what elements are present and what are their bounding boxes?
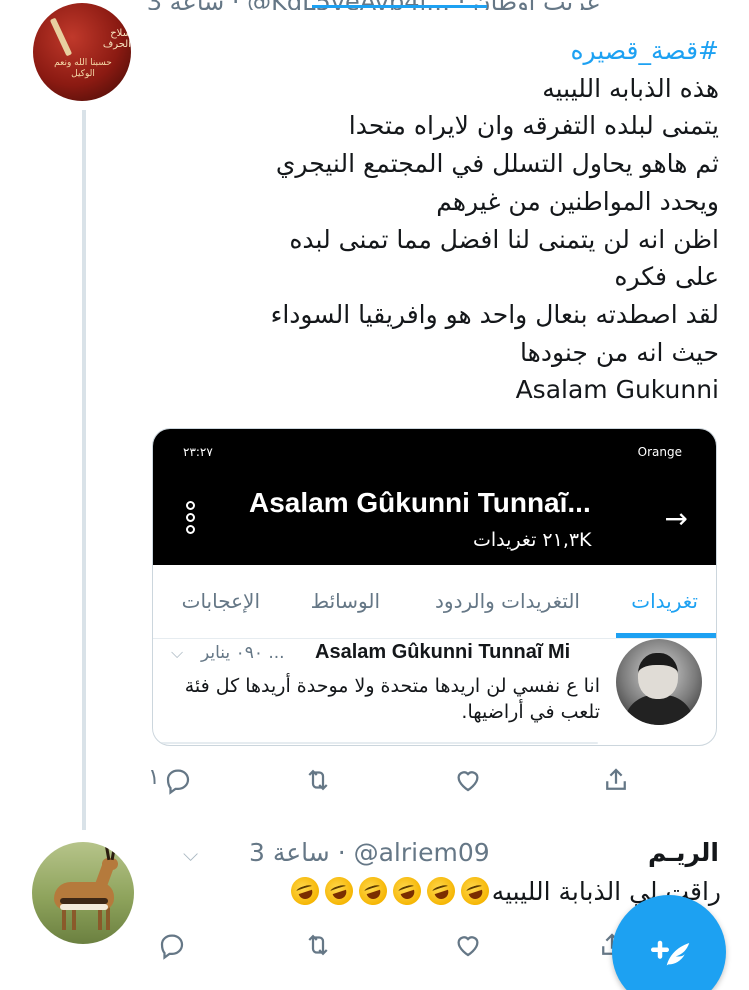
- tweet2-meta: 3 ساعة · @alriem09: [249, 838, 490, 867]
- tab-tweets-replies[interactable]: التغريدات والردود: [435, 589, 580, 613]
- tweet1-text: #قصة_قصيره هذه الذبابه الليبيه يتمنى لبل…: [199, 32, 719, 409]
- share-icon[interactable]: [594, 760, 638, 800]
- tweet1-line: على فكره: [614, 262, 719, 292]
- inner-tweet-avatar: [616, 639, 702, 725]
- meta-separator: ·: [337, 838, 346, 867]
- tweet1-line: هذه الذبابه الليبيه: [542, 73, 719, 103]
- tweet1-line: ويحدد المواطنين من غيرهم: [436, 186, 719, 216]
- thread-connector-line: [82, 110, 86, 830]
- rofl-emoji-icon: [457, 873, 493, 909]
- active-tab-indicator: [616, 633, 716, 638]
- compose-tweet-icon: [651, 940, 690, 966]
- inner-tweet-author: Asalam Gûkunni Tunnaĩ Mi: [315, 641, 571, 663]
- screenshot-profile-tabs: تغريدات التغريدات والردود الوسائط الإعجا…: [153, 565, 716, 639]
- tweet1-line: ثم هاهو يحاول التسلل في المجتمع النيجري: [275, 149, 719, 179]
- screenshot-profile-header: ٢٣:٢٧ Orange Asalam Gûkunni Tunnaĩ... ٢١…: [153, 429, 716, 565]
- tweet1-avatar[interactable]: سلاح الحرف حسبنا الله ونعم الوكيل: [33, 3, 131, 101]
- tab-media[interactable]: الوسائط: [311, 589, 380, 613]
- tweet1-line: لقد اصطدته بنعال واحد هو وافريقيا السودا…: [270, 299, 719, 329]
- back-arrow-icon[interactable]: →: [665, 505, 688, 533]
- inner-divider: [153, 742, 598, 744]
- phone-status-bar: ٢٣:٢٧ Orange: [153, 441, 716, 467]
- avatar-calligraphy-text: حسبنا الله ونعم الوكيل: [54, 58, 112, 79]
- tweet2-header: ⌵ 3 ساعة · @alriem09 الريـم: [179, 838, 719, 874]
- reply-icon[interactable]: [156, 760, 200, 800]
- like-icon[interactable]: [446, 760, 490, 800]
- tweet2-time: 3 ساعة: [249, 838, 330, 867]
- tweet1-actions: ١: [0, 760, 749, 800]
- screenshot-inner-tweet: ⌵ ... ٠٩٠ يناير Asalam Gûkunni Tunnaĩ Mi…: [153, 639, 716, 745]
- rofl-emoji-icon: [321, 873, 357, 909]
- tweet1-line: يتمنى لبلده التفرقه وان لايراه متحدا: [348, 111, 719, 141]
- chevron-down-icon[interactable]: ⌵: [183, 842, 198, 866]
- previous-tweet-underline: [312, 5, 487, 8]
- retweet-icon[interactable]: [296, 760, 340, 800]
- tab-tweets[interactable]: تغريدات: [631, 589, 698, 613]
- tweet2-handle[interactable]: @alriem09: [354, 838, 490, 867]
- tweet1-line: Asalam Gukunni: [515, 375, 719, 405]
- rofl-emoji-icon: [389, 873, 425, 909]
- reply-icon[interactable]: [150, 925, 194, 965]
- rofl-emoji-icon: [423, 873, 459, 909]
- chevron-down-icon: ⌵: [171, 643, 184, 662]
- avatar-pen-graphic: [49, 17, 73, 57]
- rofl-emoji-icon: [355, 873, 391, 909]
- tweet1-line: حيث انه من جنودها: [520, 337, 719, 367]
- rofl-emoji-icon: [287, 873, 323, 909]
- inner-tweet-text: انا ع نفسي لن اريدها متحدة ولا موحدة أري…: [184, 675, 600, 723]
- tweet1-line: اظن انه لن يتمنى لنا افضل مما تمنى لبده: [289, 224, 719, 254]
- status-carrier: Orange: [637, 445, 682, 459]
- hashtag-link[interactable]: #قصة_قصيره: [199, 32, 719, 70]
- avatar-title-text: سلاح الحرف: [102, 28, 131, 50]
- like-icon[interactable]: [446, 925, 490, 965]
- embedded-screenshot-card[interactable]: ٢٣:٢٧ Orange Asalam Gûkunni Tunnaĩ... ٢١…: [152, 428, 717, 746]
- status-time: ٢٣:٢٧: [183, 445, 213, 459]
- screenshot-profile-name: Asalam Gûkunni Tunnaĩ...: [249, 487, 591, 518]
- more-options-icon[interactable]: [186, 501, 196, 541]
- screenshot-tweet-count: ٢١,٣K تغريدات: [473, 529, 592, 551]
- tab-likes[interactable]: الإعجابات: [182, 589, 260, 613]
- inner-tweet-date: ... ٠٩٠ يناير: [201, 643, 285, 663]
- tweet2-author-name[interactable]: الريـم: [648, 838, 719, 867]
- retweet-icon[interactable]: [296, 925, 340, 965]
